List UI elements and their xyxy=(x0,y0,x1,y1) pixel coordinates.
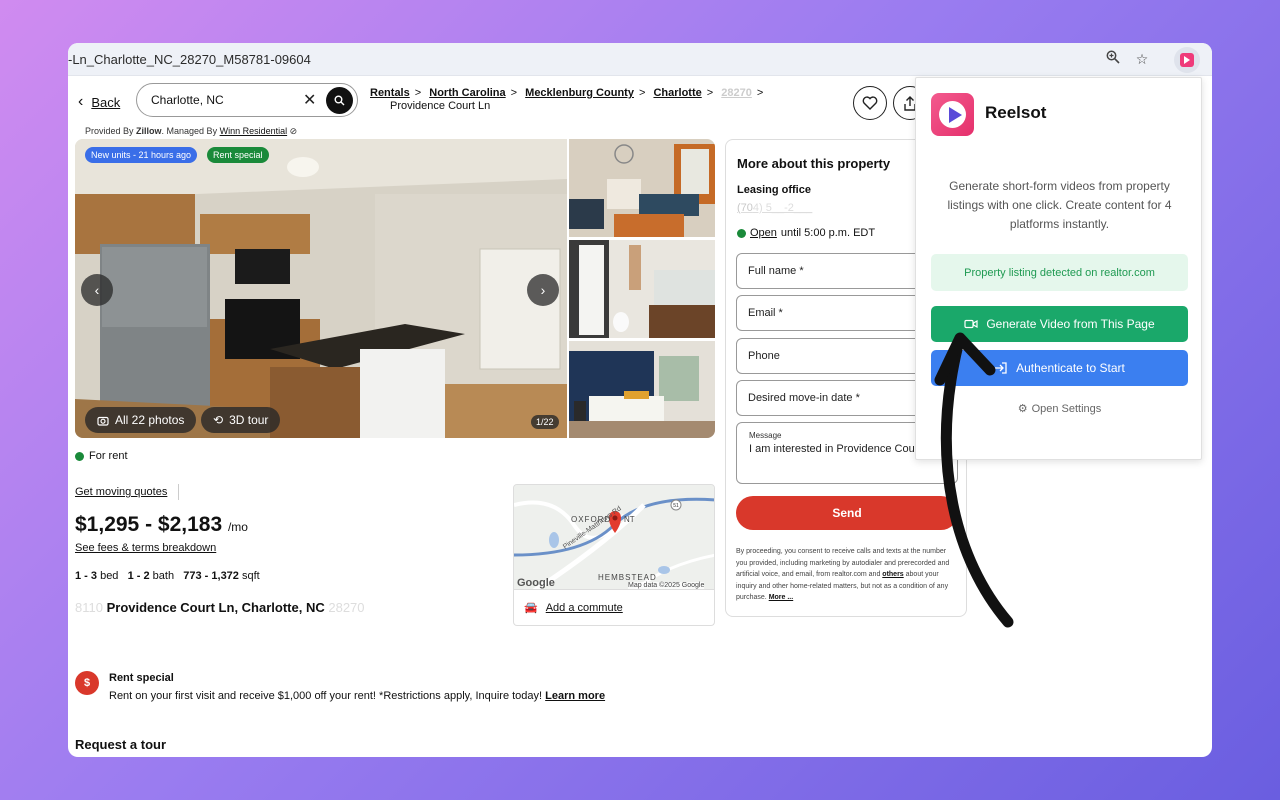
manager-link[interactable]: Winn Residential xyxy=(220,126,288,136)
car-icon: 🚘 xyxy=(524,602,538,614)
leasing-office-label: Leasing office xyxy=(737,184,811,196)
url-text[interactable]: -Ln_Charlotte_NC_28270_M58781-09604 xyxy=(68,52,311,67)
breadcrumb: Rentals > North Carolina > Mecklenburg Cou… xyxy=(370,87,768,113)
price-range: $1,295 - $2,183 /mo xyxy=(75,513,248,536)
thumbnail-bedroom[interactable] xyxy=(569,341,715,438)
office-hours: Open until 5:00 p.m. EDT xyxy=(737,227,875,239)
add-commute-button[interactable]: 🚘 Add a commute xyxy=(513,590,715,626)
breadcrumb-county[interactable]: Mecklenburg County xyxy=(525,87,634,99)
provider-name: Zillow xyxy=(136,126,162,136)
provided-by: Provided By Zillow. Managed By Winn Resi… xyxy=(85,126,298,136)
highway-shield: 51 xyxy=(673,503,679,509)
thumbnail-bathroom[interactable] xyxy=(569,240,715,338)
divider xyxy=(178,484,180,500)
breadcrumb-city[interactable]: Charlotte xyxy=(653,87,701,99)
camera-icon xyxy=(97,416,109,426)
google-logo: Google xyxy=(517,577,555,589)
map-credit: Map data ©2025 Google xyxy=(628,582,705,589)
prev-photo-button[interactable]: ‹ xyxy=(81,274,113,306)
gear-icon: ⚙ xyxy=(1017,403,1028,415)
clear-icon[interactable]: ✕ xyxy=(303,90,316,110)
video-camera-icon xyxy=(964,319,978,329)
rent-special-title: Rent special xyxy=(109,672,174,684)
kitchen-photo xyxy=(75,139,567,438)
others-link[interactable]: others xyxy=(882,571,903,578)
learn-more-link[interactable]: Learn more xyxy=(545,690,605,702)
authenticate-button[interactable]: Authenticate to Start xyxy=(931,350,1188,386)
office-phone[interactable]: (704) 5__-2___ xyxy=(737,202,812,214)
moving-quotes-link[interactable]: Get moving quotes xyxy=(75,484,180,500)
browser-window: -Ln_Charlotte_NC_28270_M58781-09604 ☆ ‹ … xyxy=(68,43,1212,757)
bathroom-photo xyxy=(569,240,715,338)
all-photos-button[interactable]: All 22 photos xyxy=(85,407,197,433)
breadcrumb-current: Providence Court Ln xyxy=(390,100,491,112)
chevron-left-icon: ‹ xyxy=(78,93,84,110)
open-link[interactable]: Open xyxy=(750,227,777,239)
rent-special-text: Rent on your first visit and receive $1,… xyxy=(109,690,606,702)
map-label-hunt: NT xyxy=(624,515,635,524)
main-photo[interactable]: New units - 21 hours ago Rent special ‹ … xyxy=(75,139,567,438)
location-map[interactable]: 51 OXFORD NT HEMBSTEAD Pineville-Matthew… xyxy=(513,484,715,590)
bedroom-photo xyxy=(569,341,715,438)
login-icon xyxy=(995,362,1007,374)
map-label-hembstead: HEMBSTEAD xyxy=(598,573,657,582)
chevron-right-icon: › xyxy=(540,282,546,298)
reelsot-extension-icon[interactable] xyxy=(1174,47,1200,73)
open-dot xyxy=(737,228,746,238)
listing-detected-status: Property listing detected on realtor.com xyxy=(931,254,1188,291)
listing-page: ‹ Back Charlotte, NC ✕ Rentals > North Ca… xyxy=(68,77,1212,757)
chevron-left-icon: ‹ xyxy=(94,282,100,298)
property-specs: 1 - 3 bed 1 - 2 bath 773 - 1,372 sqft xyxy=(75,570,260,582)
fees-link[interactable]: See fees & terms breakdown xyxy=(75,542,216,554)
heart-icon xyxy=(862,96,878,110)
breadcrumb-zip[interactable]: 28270 xyxy=(721,87,752,99)
reelsot-logo xyxy=(931,93,974,136)
request-tour-heading: Request a tour xyxy=(75,737,167,752)
back-link[interactable]: ‹ Back xyxy=(78,93,120,111)
rent-special-tag: Rent special xyxy=(207,147,269,163)
breadcrumb-state[interactable]: North Carolina xyxy=(429,87,505,99)
star-icon[interactable]: ☆ xyxy=(1133,50,1151,68)
more-link[interactable]: More ... xyxy=(769,594,794,601)
address-bar[interactable]: -Ln_Charlotte_NC_28270_M58781-09604 ☆ xyxy=(68,43,1212,76)
status-dot xyxy=(75,451,84,461)
thumbnail-living-room[interactable] xyxy=(569,139,715,237)
legal-disclaimer: By proceeding, you consent to receive ca… xyxy=(736,548,950,601)
verified-icon: ⊘ xyxy=(289,126,298,136)
search-value: Charlotte, NC xyxy=(151,93,224,107)
breadcrumb-rentals[interactable]: Rentals xyxy=(370,87,410,99)
living-room-photo xyxy=(569,139,715,237)
photo-counter: 1/22 xyxy=(531,415,559,429)
3d-tour-button[interactable]: ⟲ 3D tour xyxy=(201,407,281,433)
form-title: More about this property xyxy=(737,156,891,171)
send-button[interactable]: Send xyxy=(736,496,958,530)
property-address: 8110 Providence Court Ln, Charlotte, NC … xyxy=(75,600,365,615)
save-favorite-button[interactable] xyxy=(853,86,887,120)
search-button[interactable] xyxy=(326,87,353,114)
zoom-icon[interactable] xyxy=(1104,50,1122,68)
search-icon xyxy=(334,95,345,106)
next-photo-button[interactable]: › xyxy=(527,274,559,306)
search-input[interactable]: Charlotte, NC ✕ xyxy=(136,83,358,117)
generate-video-button[interactable]: Generate Video from This Page xyxy=(931,306,1188,342)
new-units-tag: New units - 21 hours ago xyxy=(85,147,198,163)
reelsot-popup: Reelsot Generate short-form videos from … xyxy=(915,77,1202,460)
extension-description: Generate short-form videos from property… xyxy=(947,179,1172,231)
rental-status: For rent xyxy=(75,450,128,462)
3d-tour-icon: ⟲ xyxy=(213,413,224,427)
open-settings-link[interactable]: ⚙ Open Settings xyxy=(916,402,1203,416)
back-label[interactable]: Back xyxy=(91,95,120,110)
rent-special-icon: $ xyxy=(75,671,99,695)
extension-name: Reelsot xyxy=(985,103,1047,122)
